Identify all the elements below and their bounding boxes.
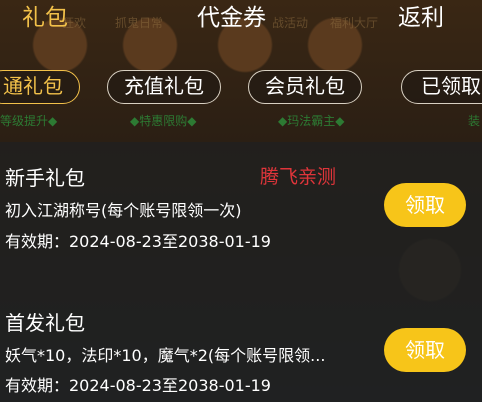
gift-title: 新手礼包 (5, 166, 85, 190)
bg-green-label-1: 等级提升◆ (0, 114, 58, 128)
bg-green-label-2: ◆特惠限购◆ (130, 114, 197, 128)
gift-title: 首发礼包 (5, 311, 85, 335)
watermark-text: 腾飞亲测 (260, 166, 337, 188)
subtab-member-gift[interactable]: 会员礼包 (248, 70, 362, 104)
gift-description: 初入江湖称号(每个账号限领一次) (5, 201, 242, 220)
bg-green-label-4: 装 (468, 114, 481, 128)
gift-description: 妖气*10，法印*10，魔气*2(每个账号限领... (5, 346, 326, 365)
tab-rebate[interactable]: 返利 (398, 3, 444, 33)
bg-green-label-3: ◆玛法霸主◆ (278, 114, 345, 128)
claim-button[interactable]: 领取 (384, 328, 466, 372)
gift-item-newbie: 新手礼包 初入江湖称号(每个账号限领一次) 有效期：2024-08-23至203… (0, 142, 482, 272)
claim-button[interactable]: 领取 (384, 183, 466, 227)
subtab-claimed[interactable]: 已领取 (401, 70, 482, 104)
tab-voucher[interactable]: 代金券 (197, 3, 266, 33)
gift-validity: 有效期：2024-08-23至2038-01-19 (5, 232, 271, 251)
tab-gift[interactable]: 礼包 (22, 3, 68, 33)
gift-item-first-release: 首发礼包 妖气*10，法印*10，魔气*2(每个账号限领... 有效期：2024… (0, 287, 482, 402)
subtab-recharge-gift[interactable]: 充值礼包 (107, 70, 221, 104)
top-tab-bar: 礼包 代金券 返利 (0, 0, 482, 38)
subtab-general-gift[interactable]: 通礼包 (0, 70, 80, 104)
gift-validity: 有效期：2024-08-23至2038-01-19 (5, 376, 271, 395)
